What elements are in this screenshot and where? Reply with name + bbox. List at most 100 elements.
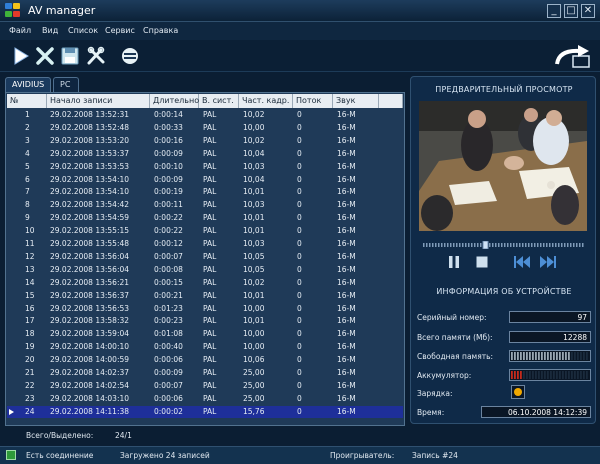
column-header-duration[interactable]: Длительно bbox=[150, 94, 199, 108]
table-row[interactable]: 7 29.02.2008 13:54:10 0:00:19 PAL 10,01 0 16-M bbox=[7, 186, 403, 198]
cell-number: 7 bbox=[25, 187, 30, 197]
cell-sound: 16-M bbox=[337, 290, 356, 300]
save-icon[interactable] bbox=[58, 45, 82, 67]
column-header-start[interactable]: Начало записи bbox=[47, 94, 150, 108]
cell-sound: 16-M bbox=[337, 135, 356, 145]
preview-video[interactable] bbox=[419, 101, 587, 231]
cell-number: 5 bbox=[25, 161, 30, 171]
table-row[interactable]: 15 29.02.2008 13:56:37 0:00:21 PAL 10,01 0 16-… bbox=[7, 290, 403, 302]
table-row[interactable]: 18 29.02.2008 13:59:04 0:01:08 PAL 10,00 0 16-… bbox=[7, 328, 403, 340]
cell-start: 29.02.2008 13:56:21 bbox=[50, 277, 130, 287]
battery-segment bbox=[559, 371, 561, 379]
battery-segment bbox=[565, 371, 567, 379]
close-button[interactable]: ✕ bbox=[581, 4, 595, 18]
table-row[interactable]: 5 29.02.2008 13:53:53 0:00:10 PAL 10,03 0 16-M bbox=[7, 161, 403, 173]
cell-number: 21 bbox=[25, 368, 35, 377]
column-header-sound[interactable]: Звук bbox=[333, 94, 379, 108]
menu-help[interactable]: Справка bbox=[143, 26, 178, 35]
table-row[interactable]: 13 29.02.2008 13:56:04 0:00:08 PAL 10,05 0 16-… bbox=[7, 264, 403, 276]
menu-view[interactable]: Вид bbox=[42, 26, 58, 35]
cell-sound: 16-M bbox=[337, 251, 356, 261]
seek-tick bbox=[465, 243, 467, 247]
battery-label: Аккумулятор: bbox=[417, 371, 472, 380]
cell-sound: 16-M bbox=[337, 200, 356, 210]
column-header-stream[interactable]: Поток bbox=[293, 94, 333, 108]
table-row[interactable]: 10 29.02.2008 13:55:15 0:00:22 PAL 10,01 0 16-… bbox=[7, 225, 403, 237]
battery-segment bbox=[583, 371, 585, 379]
table-row[interactable]: 20 29.02.2008 14:00:59 0:00:06 PAL 10,06 0 16-… bbox=[7, 354, 403, 366]
column-header-system[interactable]: В. сист. bbox=[199, 94, 239, 108]
cell-stream: 0 bbox=[297, 342, 302, 352]
cell-fps: 10,02 bbox=[243, 277, 265, 287]
minimize-button[interactable]: _ bbox=[547, 4, 561, 18]
current-row-marker-icon bbox=[9, 408, 14, 415]
cell-number: 6 bbox=[25, 174, 30, 184]
table-row[interactable]: 8 29.02.2008 13:54:42 0:00:11 PAL 10,03 0 16-M bbox=[7, 199, 403, 211]
cell-start: 29.02.2008 14:00:59 bbox=[50, 355, 130, 365]
table-row[interactable]: 14 29.02.2008 13:56:21 0:00:15 PAL 10,02 0 16-… bbox=[7, 277, 403, 289]
cell-fps: 10,02 bbox=[243, 110, 265, 119]
table-row[interactable]: 24 29.02.2008 14:11:38 0:00:02 PAL 15,76 0 16-… bbox=[7, 405, 403, 418]
stop-button[interactable] bbox=[475, 255, 489, 269]
cell-start: 29.02.2008 13:53:20 bbox=[50, 135, 130, 145]
cell-sound: 16-M bbox=[337, 393, 356, 403]
cell-fps: 10,03 bbox=[243, 161, 265, 171]
seek-tick bbox=[528, 243, 530, 247]
free-memory-segment bbox=[565, 352, 567, 360]
table-row[interactable]: 2 29.02.2008 13:52:48 0:00:33 PAL 10,00 0 16-M bbox=[7, 122, 403, 134]
seek-tick bbox=[576, 243, 578, 247]
table-row[interactable]: 19 29.02.2008 14:00:10 0:00:40 PAL 10,00 0 16-… bbox=[7, 341, 403, 353]
cell-duration: 0:00:09 bbox=[154, 148, 183, 158]
table-row[interactable]: 11 29.02.2008 13:55:48 0:00:12 PAL 10,03 0 16-… bbox=[7, 238, 403, 250]
pause-button[interactable] bbox=[447, 255, 461, 269]
fast-forward-button[interactable] bbox=[539, 255, 557, 269]
settings-tools-icon[interactable] bbox=[84, 45, 108, 67]
menu-list[interactable]: Список bbox=[68, 26, 98, 35]
table-row[interactable]: 23 29.02.2008 14:03:10 0:00:06 PAL 25,00 0 16-… bbox=[7, 393, 403, 405]
table-row[interactable]: 21 29.02.2008 14:02:37 0:00:09 PAL 25,00 0 16-… bbox=[7, 367, 403, 379]
table-row[interactable]: 16 29.02.2008 13:56:53 0:01:23 PAL 10,00 0 16-… bbox=[7, 303, 403, 315]
rewind-button[interactable] bbox=[513, 255, 531, 269]
free-memory-segment bbox=[586, 352, 588, 360]
time-label: Время: bbox=[417, 408, 445, 417]
cell-system: PAL bbox=[203, 251, 217, 261]
seek-tick bbox=[432, 243, 434, 247]
cell-fps: 10,03 bbox=[243, 239, 265, 248]
cell-duration: 0:00:14 bbox=[154, 110, 183, 119]
menu-file[interactable]: Файл bbox=[9, 26, 31, 35]
seek-tick bbox=[462, 243, 464, 247]
connect-icon[interactable] bbox=[118, 45, 142, 67]
seek-tick bbox=[507, 243, 509, 247]
menu-service[interactable]: Сервис bbox=[105, 26, 135, 35]
cell-system: PAL bbox=[203, 135, 217, 145]
tab-pc[interactable]: PC bbox=[53, 77, 79, 92]
maximize-button[interactable]: □ bbox=[564, 4, 578, 18]
seek-thumb[interactable] bbox=[482, 240, 489, 250]
seek-tick bbox=[495, 243, 497, 247]
player-record: Запись #24 bbox=[412, 451, 458, 460]
battery-segment bbox=[550, 371, 552, 379]
cell-sound: 16-M bbox=[337, 264, 356, 274]
cell-fps: 10,00 bbox=[243, 122, 265, 132]
export-arrow-icon[interactable] bbox=[553, 44, 595, 70]
battery-segment bbox=[541, 371, 543, 379]
seek-tick bbox=[531, 243, 533, 247]
column-header-fps[interactable]: Част. кадр. bbox=[239, 94, 293, 108]
table-row[interactable]: 12 29.02.2008 13:56:04 0:00:07 PAL 10,05 0 16-… bbox=[7, 251, 403, 263]
play-icon[interactable] bbox=[9, 45, 33, 67]
table-row[interactable]: 1 29.02.2008 13:52:31 0:00:14 PAL 10,02 0 16-M bbox=[7, 109, 403, 121]
table-row[interactable]: 22 29.02.2008 14:02:54 0:00:07 PAL 25,00 0 16-… bbox=[7, 380, 403, 392]
table-row[interactable]: 17 29.02.2008 13:58:32 0:00:23 PAL 10,01 0 16-… bbox=[7, 315, 403, 327]
table-row[interactable]: 6 29.02.2008 13:54:10 0:00:09 PAL 10,04 0 16-M bbox=[7, 174, 403, 186]
column-header-number[interactable]: № bbox=[7, 94, 47, 108]
table-row[interactable]: 9 29.02.2008 13:54:59 0:00:22 PAL 10,01 0 16-M bbox=[7, 212, 403, 224]
table-row[interactable]: 3 29.02.2008 13:53:20 0:00:16 PAL 10,02 0 16-M bbox=[7, 135, 403, 147]
delete-icon[interactable] bbox=[33, 45, 57, 67]
table-row[interactable]: 4 29.02.2008 13:53:37 0:00:09 PAL 10,04 0 16-M bbox=[7, 148, 403, 160]
tab-avidius[interactable]: AVIDIUS bbox=[5, 77, 52, 92]
cell-start: 29.02.2008 13:56:53 bbox=[50, 303, 130, 313]
seek-slider[interactable] bbox=[423, 240, 585, 250]
seek-tick bbox=[519, 243, 521, 247]
cell-stream: 0 bbox=[297, 406, 302, 416]
free-memory-label: Свободная память: bbox=[417, 352, 494, 361]
